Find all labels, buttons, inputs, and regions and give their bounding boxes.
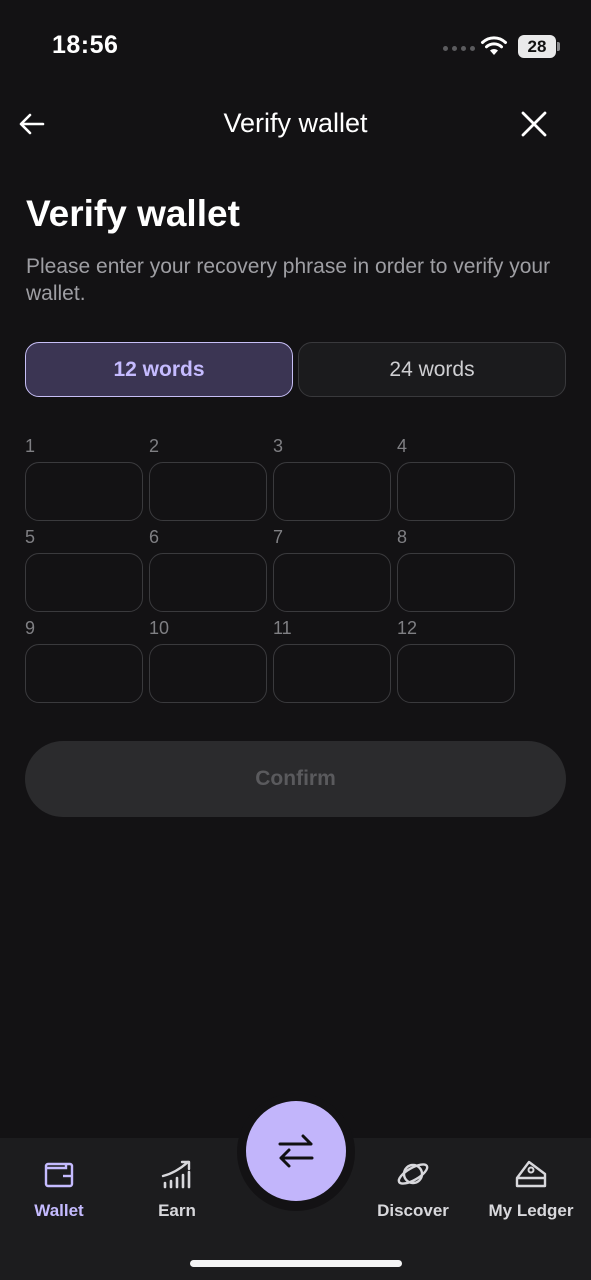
word-number: 12 — [397, 618, 418, 638]
word-number: 7 — [273, 527, 284, 547]
word-input[interactable] — [397, 553, 515, 612]
cellular-signal-icon — [443, 46, 475, 51]
earn-chart-icon — [161, 1160, 191, 1189]
word-input[interactable] — [397, 462, 515, 521]
word-input[interactable] — [273, 644, 391, 703]
confirm-button[interactable]: Confirm — [25, 741, 566, 817]
word-slot: 6 — [149, 525, 267, 612]
tab-wallet-label: Wallet — [34, 1201, 84, 1220]
word-slot: 7 — [273, 525, 391, 612]
tab-wallet[interactable]: Wallet — [4, 1156, 114, 1221]
word-number: 8 — [397, 527, 408, 547]
word-slot: 3 — [273, 434, 391, 521]
recovery-phrase-grid: 1 2 3 4 5 6 7 8 9 10 11 12 — [25, 434, 515, 703]
word-slot: 5 — [25, 525, 143, 612]
wallet-icon — [44, 1162, 74, 1188]
word-slot: 2 — [149, 434, 267, 521]
word-input[interactable] — [25, 462, 143, 521]
word-slot: 9 — [25, 616, 143, 703]
planet-icon — [397, 1163, 429, 1185]
word-input[interactable] — [149, 553, 267, 612]
word-input[interactable] — [273, 462, 391, 521]
word-input[interactable] — [273, 553, 391, 612]
swap-arrows-icon — [278, 1134, 314, 1168]
word-input[interactable] — [25, 644, 143, 703]
word-input[interactable] — [397, 644, 515, 703]
word-number: 1 — [25, 436, 36, 456]
word-input[interactable] — [25, 553, 143, 612]
verify-wallet-screen: 18:56 28 Verify wallet Verify wallet Ple… — [0, 0, 591, 1280]
word-slot: 4 — [397, 434, 515, 521]
page-subtitle: Please enter your recovery phrase in ord… — [26, 255, 551, 305]
tab-my-ledger-label: My Ledger — [488, 1201, 574, 1220]
word-number: 3 — [273, 436, 284, 456]
word-number: 6 — [149, 527, 160, 547]
battery-level: 28 — [518, 35, 556, 58]
header-title: Verify wallet — [223, 108, 368, 138]
ledger-device-icon — [515, 1160, 547, 1188]
word-slot: 10 — [149, 616, 267, 703]
tab-earn-label: Earn — [158, 1201, 196, 1220]
word-number: 9 — [25, 618, 36, 638]
battery-icon: 28 — [518, 35, 560, 58]
twelve-words-tab[interactable]: 12 words — [25, 342, 293, 397]
tab-discover[interactable]: Discover — [358, 1156, 468, 1221]
word-number: 4 — [397, 436, 408, 456]
word-number: 11 — [273, 618, 292, 638]
status-time: 18:56 — [52, 31, 119, 59]
word-slot: 1 — [25, 434, 143, 521]
word-number: 2 — [149, 436, 160, 456]
word-number: 5 — [25, 527, 36, 547]
word-input[interactable] — [149, 644, 267, 703]
page-title: Verify wallet — [26, 193, 240, 234]
word-input[interactable] — [149, 462, 267, 521]
twenty-four-words-tab[interactable]: 24 words — [298, 342, 566, 397]
wifi-icon — [481, 36, 507, 55]
home-indicator — [190, 1260, 402, 1267]
word-number: 10 — [149, 618, 170, 638]
tab-earn[interactable]: Earn — [122, 1156, 232, 1221]
tab-discover-label: Discover — [377, 1201, 449, 1220]
tab-my-ledger[interactable]: My Ledger — [476, 1156, 586, 1221]
close-icon[interactable] — [517, 107, 551, 141]
word-slot: 11 — [273, 616, 391, 703]
word-slot: 8 — [397, 525, 515, 612]
word-slot: 12 — [397, 616, 515, 703]
transfer-button[interactable] — [246, 1101, 346, 1201]
